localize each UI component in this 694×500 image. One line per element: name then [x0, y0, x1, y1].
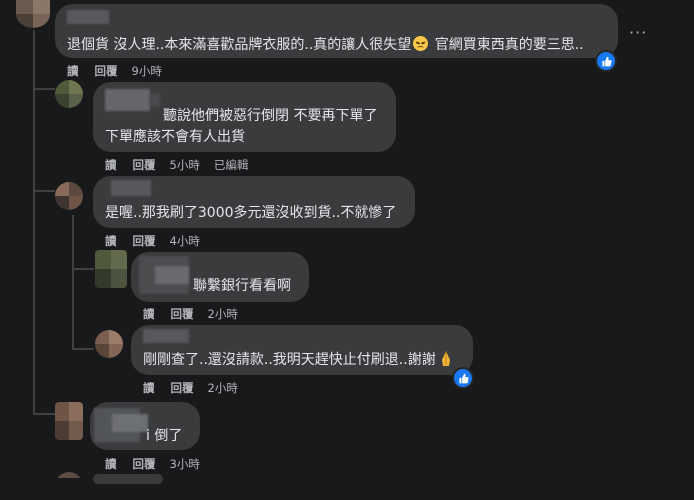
comment-text: 退個貨 沒人理..本來滿喜歡品牌衣服的..真的讓人很失望 官網買東西真的要三思.…	[67, 35, 584, 55]
comment-bubble: 剛剛查了..還沒請款..我明天趕快止付刷退..謝謝	[131, 325, 473, 375]
thread-connector-5	[33, 413, 55, 415]
comment-text: 聯繫銀行看看啊	[193, 278, 291, 294]
read-button[interactable]: 讀	[67, 63, 79, 79]
avatar[interactable]	[55, 402, 83, 440]
comment-actions: 讀 回覆 3小時	[105, 456, 200, 472]
timestamp[interactable]: 4小時	[170, 233, 200, 249]
avatar[interactable]	[55, 182, 83, 210]
avatar[interactable]	[55, 472, 83, 500]
comment-text-part: 不要再下單了	[289, 108, 378, 124]
avatar[interactable]	[95, 330, 123, 358]
blurred-author-name	[112, 414, 148, 432]
read-button[interactable]: 讀	[105, 157, 117, 173]
comment-bubble: 聽說他們被惡行倒閉 不要再下單了 下單應該不會有人出貨	[93, 82, 396, 152]
blurred-author-name[interactable]	[67, 10, 109, 24]
comment-text: 聽說他們被惡行倒閉 不要再下單了	[163, 106, 377, 126]
comment-text: 剛剛查了..還沒請款..我明天趕快止付刷退..謝謝	[143, 350, 452, 370]
timestamp[interactable]: 2小時	[208, 380, 238, 396]
reply-button[interactable]: 回覆	[171, 306, 194, 322]
read-button[interactable]: 讀	[105, 456, 117, 472]
comment-bubble: 聯繫銀行看看啊	[131, 252, 309, 302]
comment-actions: 讀 回覆 9小時	[67, 63, 162, 79]
thumbs-up-icon[interactable]	[595, 50, 617, 72]
avatar[interactable]	[16, 0, 50, 28]
reply-button[interactable]: 回覆	[133, 233, 156, 249]
avatar[interactable]	[55, 80, 83, 108]
read-button[interactable]: 讀	[143, 380, 155, 396]
thread-line-sub	[72, 215, 74, 350]
thread-connector-2	[33, 190, 55, 192]
comment-text-part: 聽說他們被惡行倒閉	[163, 108, 289, 124]
timestamp[interactable]: 5小時	[170, 157, 200, 173]
comment-text: 是喔..那我刷了3000多元還沒收到貨..不就慘了	[105, 205, 397, 221]
blurred-author-name	[155, 266, 189, 284]
read-button[interactable]: 讀	[143, 306, 155, 322]
thread-connector-4	[72, 348, 94, 350]
thumbs-up-icon[interactable]	[452, 367, 474, 389]
comment-bubble: i 倒了	[90, 402, 200, 450]
comment-text: i 倒了	[146, 428, 183, 444]
disappointed-face-icon	[413, 36, 429, 51]
comment-actions: 讀 回覆 2小時	[143, 306, 238, 322]
comment-bubble	[93, 474, 163, 484]
timestamp[interactable]: 3小時	[170, 456, 200, 472]
thread-connector-1	[33, 88, 55, 90]
read-button[interactable]: 讀	[105, 233, 117, 249]
avatar[interactable]	[95, 250, 127, 288]
blurred-author-name[interactable]	[111, 180, 151, 196]
blurred-author-name[interactable]	[105, 89, 150, 111]
comment-text-part: 退個貨 沒人理..本來滿喜歡品牌衣服的..真的讓人很失望	[67, 37, 412, 53]
comment-actions: 讀 回覆 2小時	[143, 380, 238, 396]
blurred-author-name[interactable]	[143, 329, 189, 343]
blurred-author-name	[150, 94, 160, 106]
comment-actions: 讀 回覆 5小時 已編輯	[105, 157, 248, 173]
comment-text-part: 剛剛查了..還沒請款..我明天趕快止付刷退..謝謝	[143, 352, 436, 368]
comment-bubble: 退個貨 沒人理..本來滿喜歡品牌衣服的..真的讓人很失望 官網買東西真的要三思.…	[55, 4, 618, 58]
timestamp[interactable]: 9小時	[132, 63, 162, 79]
thread-connector-3	[72, 268, 94, 270]
more-horizontal-icon[interactable]: ···	[629, 23, 647, 42]
reply-button[interactable]: 回覆	[133, 157, 156, 173]
timestamp[interactable]: 2小時	[208, 306, 238, 322]
folded-hands-icon	[440, 351, 452, 366]
edited-label: 已編輯	[213, 158, 249, 172]
comment-actions: 讀 回覆 4小時	[105, 233, 200, 249]
comment-text-part: 官網買東西真的要三思..	[430, 37, 584, 53]
comment-text-line2: 下單應該不會有人出貨	[105, 129, 245, 145]
comment-bubble: 是喔..那我刷了3000多元還沒收到貨..不就慘了	[93, 176, 415, 228]
reply-button[interactable]: 回覆	[133, 456, 156, 472]
reply-button[interactable]: 回覆	[171, 380, 194, 396]
reply-button[interactable]: 回覆	[95, 63, 118, 79]
